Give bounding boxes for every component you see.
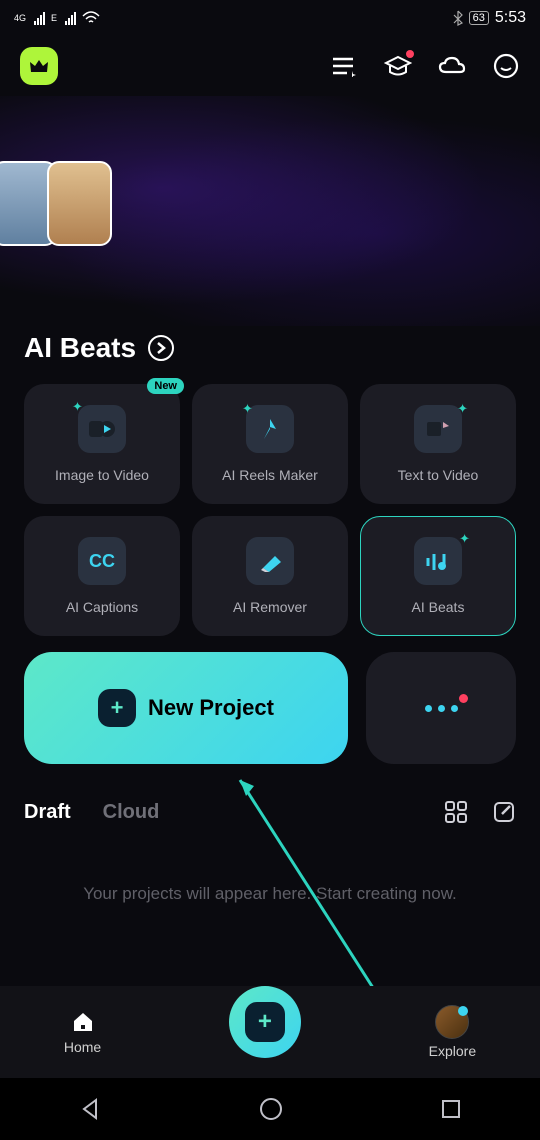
battery-icon: 63 (469, 11, 489, 25)
banner-thumbnails[interactable] (0, 161, 122, 249)
new-project-button[interactable]: + New Project (24, 652, 348, 764)
net-4g-label: 4G (14, 13, 26, 23)
feature-ai-beats[interactable]: ✦ AI Beats (360, 516, 516, 636)
feature-ai-captions[interactable]: CC AI Captions (24, 516, 180, 636)
feature-image-to-video[interactable]: ✦ Image to Video New (24, 384, 180, 504)
banner-thumb-2 (47, 161, 112, 246)
signal-icon-2 (65, 11, 76, 25)
recent-icon[interactable] (440, 1098, 462, 1120)
feature-ai-remover[interactable]: AI Remover (192, 516, 348, 636)
feature-label: AI Beats (412, 599, 465, 615)
grid-view-icon[interactable] (444, 800, 468, 824)
reels-icon: ✦ (246, 405, 294, 453)
badge-dot (406, 50, 414, 58)
signal-icon-1 (34, 11, 45, 25)
nav-home[interactable]: Home (64, 1009, 101, 1055)
chevron-right-icon (148, 335, 174, 361)
feature-label: Text to Video (398, 467, 479, 483)
nav-home-label: Home (64, 1039, 101, 1055)
crown-icon (29, 58, 49, 74)
feature-label: Image to Video (55, 467, 149, 483)
dots-icon (425, 705, 458, 712)
plus-icon: + (245, 1002, 285, 1042)
home-icon (70, 1009, 96, 1035)
sparkle-list-button[interactable] (330, 52, 358, 80)
nav-explore[interactable]: Explore (429, 1005, 476, 1059)
net-e-label: E (51, 13, 57, 23)
edit-icon[interactable] (492, 800, 516, 824)
avatar-icon (435, 1005, 469, 1039)
bottom-nav: Home + Explore (0, 986, 540, 1078)
eraser-icon (246, 537, 294, 585)
section-title-text: AI Beats (24, 332, 136, 364)
beats-icon: ✦ (414, 537, 462, 585)
tab-cloud[interactable]: Cloud (103, 801, 160, 824)
list-sparkle-icon (331, 55, 357, 77)
projects-tabs: Draft Cloud (0, 780, 540, 834)
feature-grid: ✦ Image to Video New ✦ AI Reels Maker ✦ … (0, 364, 540, 636)
status-left: 4G E (14, 11, 100, 25)
cloud-icon (438, 56, 466, 76)
back-icon[interactable] (78, 1097, 102, 1121)
more-button[interactable] (366, 652, 516, 764)
graduation-icon (384, 55, 412, 77)
header-actions (330, 52, 520, 80)
tab-draft[interactable]: Draft (24, 801, 71, 824)
fab-create[interactable]: + (229, 986, 301, 1058)
smile-icon (493, 53, 519, 79)
academy-button[interactable] (384, 52, 412, 80)
new-project-label: New Project (148, 695, 274, 721)
plus-icon: + (98, 689, 136, 727)
banner-area (0, 96, 540, 326)
clock-time: 5:53 (495, 9, 526, 27)
feature-ai-reels[interactable]: ✦ AI Reels Maker (192, 384, 348, 504)
bluetooth-icon (453, 10, 463, 26)
feature-label: AI Captions (66, 599, 138, 615)
new-badge: New (147, 378, 184, 394)
premium-button[interactable] (20, 47, 58, 85)
text-to-video-icon: ✦ (414, 405, 462, 453)
profile-button[interactable] (492, 52, 520, 80)
captions-icon: CC (78, 537, 126, 585)
status-bar: 4G E 63 5:53 (0, 0, 540, 36)
status-right: 63 5:53 (453, 9, 526, 27)
section-header[interactable]: AI Beats (0, 332, 540, 364)
action-row: + New Project (0, 636, 540, 780)
empty-projects-message: Your projects will appear here. Start cr… (0, 834, 540, 954)
feature-label: AI Reels Maker (222, 467, 318, 483)
feature-label: AI Remover (233, 599, 307, 615)
cloud-button[interactable] (438, 52, 466, 80)
home-circle-icon[interactable] (258, 1096, 284, 1122)
system-nav (0, 1078, 540, 1140)
image-to-video-icon: ✦ (78, 405, 126, 453)
notification-dot (459, 694, 468, 703)
nav-explore-label: Explore (429, 1043, 476, 1059)
wifi-icon (82, 11, 100, 25)
feature-text-to-video[interactable]: ✦ Text to Video (360, 384, 516, 504)
header (0, 36, 540, 96)
